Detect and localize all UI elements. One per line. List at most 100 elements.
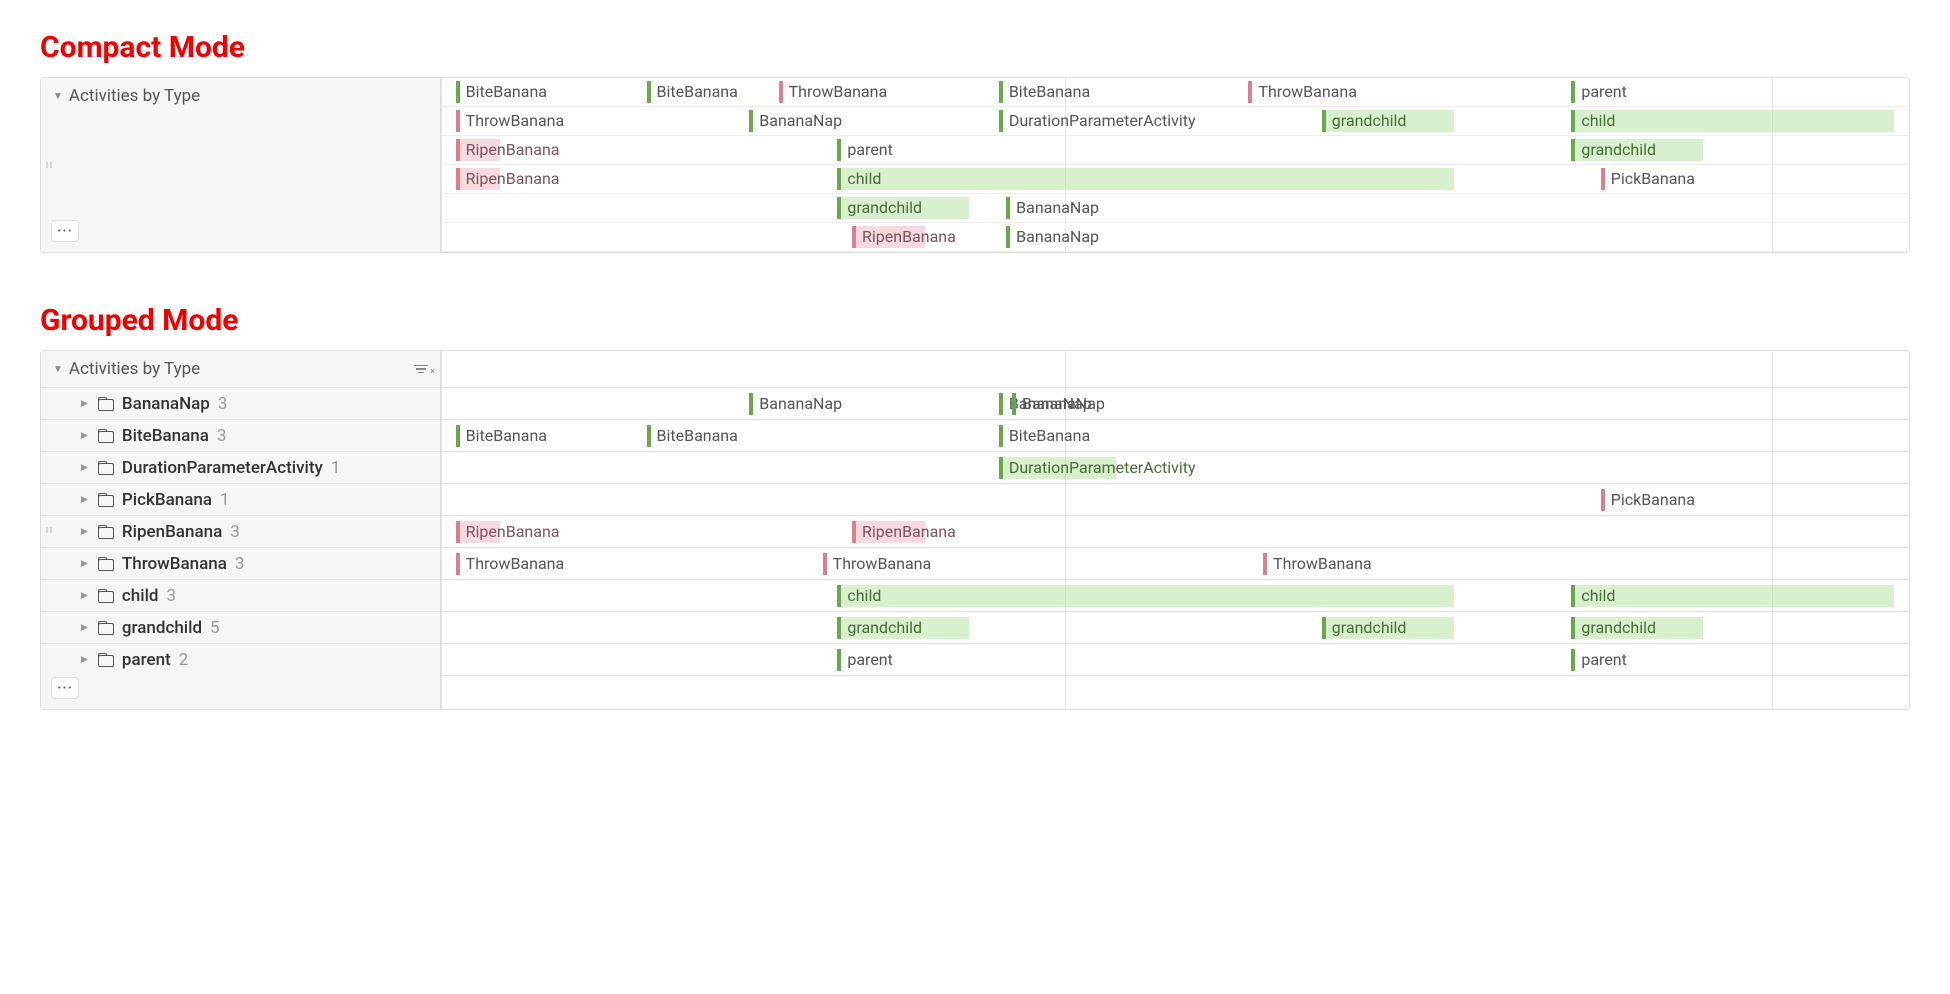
grouped-sidebar: ▼ Activities by Type × ▶ BananaNap 3 ▶ BiteB… (41, 351, 441, 709)
activity-DurationParameterActivity[interactable]: DurationParameterActivity (999, 110, 1293, 132)
activity-parent[interactable]: parent (1571, 81, 1688, 103)
activity-grandchild[interactable]: grandchild (837, 197, 969, 219)
group-row-RipenBanana[interactable]: ▶ RipenBanana 3 (41, 515, 440, 547)
activity-parent[interactable]: parent (837, 139, 954, 161)
activity-BananaNap[interactable]: BananaNap (1012, 393, 1159, 415)
activity-grandchild[interactable]: grandchild (1571, 139, 1703, 161)
filter-icon[interactable]: × (414, 364, 428, 375)
group-name-label: child (122, 586, 159, 606)
activity-parent[interactable]: parent (1571, 649, 1688, 671)
folder-icon (98, 557, 114, 570)
activity-child[interactable]: child (1571, 585, 1894, 607)
drag-handle-icon[interactable] (46, 527, 52, 533)
activity-grandchild[interactable]: grandchild (1322, 617, 1454, 639)
folder-icon (98, 493, 114, 506)
compact-title: Compact Mode (40, 30, 1910, 65)
activity-child[interactable]: child (1571, 110, 1894, 132)
activity-BananaNap[interactable]: BananaNap (999, 393, 1011, 415)
activity-RipenBanana[interactable]: RipenBanana (852, 521, 925, 543)
disclosure-icon[interactable]: ▼ (53, 364, 63, 375)
activity-ThrowBanana[interactable]: ThrowBanana (1248, 81, 1424, 103)
group-count-label: 3 (218, 394, 228, 414)
activity-grandchild[interactable]: grandchild (1322, 110, 1454, 132)
activity-BananaNap[interactable]: BananaNap (749, 110, 896, 132)
disclosure-icon[interactable]: ▶ (81, 431, 88, 441)
timeline-row: BananaNapBananaNapBananaNap (441, 387, 1909, 419)
activity-PickBanana[interactable]: PickBanana (1601, 168, 1748, 190)
activity-DurationParameterActivity[interactable]: DurationParameterActivity (999, 457, 1116, 479)
activity-RipenBanana[interactable]: RipenBanana (852, 226, 925, 248)
group-name-label: ThrowBanana (122, 554, 227, 574)
drag-handle-icon[interactable] (46, 162, 52, 168)
activity-grandchild[interactable]: grandchild (837, 617, 969, 639)
activity-grandchild[interactable]: grandchild (1571, 617, 1703, 639)
group-row-grandchild[interactable]: ▶ grandchild 5 (41, 611, 440, 643)
activity-BiteBanana[interactable]: BiteBanana (999, 81, 1175, 103)
activity-RipenBanana[interactable]: RipenBanana (456, 168, 500, 190)
compact-timeline[interactable]: BiteBanana BiteBanana ThrowBanana BiteBanan… (441, 78, 1909, 252)
activity-BiteBanana[interactable]: BiteBanana (456, 425, 617, 447)
activity-BiteBanana[interactable]: BiteBanana (999, 425, 1146, 447)
activity-BananaNap[interactable]: BananaNap (1006, 197, 1153, 219)
activity-BiteBanana[interactable]: BiteBanana (647, 81, 764, 103)
disclosure-icon[interactable]: ▶ (81, 495, 88, 505)
activity-BananaNap[interactable]: BananaNap (1006, 226, 1153, 248)
group-row-child[interactable]: ▶ child 3 (41, 579, 440, 611)
compact-section: Compact Mode ▼ Activities by Type ··· Bi… (40, 30, 1910, 253)
group-name-label: RipenBanana (122, 522, 222, 542)
folder-icon (98, 653, 114, 666)
group-count-label: 3 (230, 522, 240, 542)
grouped-timeline[interactable]: BananaNapBananaNapBananaNapBiteBananaBit… (441, 351, 1909, 709)
disclosure-icon[interactable]: ▼ (53, 91, 63, 102)
disclosure-icon[interactable]: ▶ (81, 591, 88, 601)
disclosure-icon[interactable]: ▶ (81, 623, 88, 633)
group-count-label: 3 (217, 426, 227, 446)
activity-ThrowBanana[interactable]: ThrowBanana (1263, 553, 1439, 575)
activity-PickBanana[interactable]: PickBanana (1601, 489, 1748, 511)
timeline-row: grandchild BananaNap (441, 194, 1909, 223)
group-row-BananaNap[interactable]: ▶ BananaNap 3 (41, 387, 440, 419)
activity-ThrowBanana[interactable]: ThrowBanana (456, 553, 632, 575)
activity-RipenBanana[interactable]: RipenBanana (456, 521, 500, 543)
group-row-parent[interactable]: ▶parent2 (41, 643, 440, 675)
group-row-ThrowBanana[interactable]: ▶ThrowBanana3 (41, 547, 440, 579)
group-count-label: 5 (210, 618, 220, 638)
disclosure-icon[interactable]: ▶ (81, 399, 88, 409)
activity-ThrowBanana[interactable]: ThrowBanana (456, 110, 632, 132)
disclosure-icon[interactable]: ▶ (81, 559, 88, 569)
activity-parent[interactable]: parent (837, 649, 954, 671)
disclosure-icon[interactable]: ▶ (81, 527, 88, 537)
timeline-row: RipenBanana child PickBanana (441, 165, 1909, 194)
group-count-label: 3 (167, 586, 177, 606)
group-name-label: PickBanana (122, 490, 212, 510)
grouped-sidebar-header[interactable]: ▼ Activities by Type × (41, 351, 440, 387)
folder-icon (98, 525, 114, 538)
activity-BananaNap[interactable]: BananaNap (749, 393, 896, 415)
activity-RipenBanana[interactable]: RipenBanana (456, 139, 500, 161)
activity-child[interactable]: child (837, 585, 1454, 607)
group-name-label: BananaNap (122, 394, 210, 414)
activity-BiteBanana[interactable]: BiteBanana (456, 81, 617, 103)
group-count-label: 1 (220, 490, 230, 510)
more-button[interactable]: ··· (51, 677, 79, 699)
group-row-DurationParameterActivity[interactable]: ▶DurationParameterActivity1 (41, 451, 440, 483)
folder-icon (98, 621, 114, 634)
timeline-row: parent parent (441, 643, 1909, 675)
group-count-label: 2 (179, 650, 189, 670)
folder-icon (98, 397, 114, 410)
disclosure-icon[interactable]: ▶ (81, 463, 88, 473)
group-name-label: BiteBanana (122, 426, 209, 446)
disclosure-icon[interactable]: ▶ (81, 655, 88, 665)
activity-BiteBanana[interactable]: BiteBanana (647, 425, 794, 447)
activity-child[interactable]: child (837, 168, 1454, 190)
group-row-PickBanana[interactable]: ▶ PickBanana 1 (41, 483, 440, 515)
timeline-row: RipenBanana parent grandchild (441, 136, 1909, 165)
timeline-row: ThrowBanana ThrowBanana ThrowBanana (441, 547, 1909, 579)
activity-ThrowBanana[interactable]: ThrowBanana (779, 81, 955, 103)
timeline-row: RipenBanana RipenBanana (441, 515, 1909, 547)
group-row-BiteBanana[interactable]: ▶ BiteBanana 3 (41, 419, 440, 451)
more-button[interactable]: ··· (51, 220, 79, 242)
activity-ThrowBanana[interactable]: ThrowBanana (823, 553, 999, 575)
compact-sidebar-header[interactable]: ▼ Activities by Type (41, 78, 440, 114)
group-name-label: grandchild (122, 618, 202, 638)
